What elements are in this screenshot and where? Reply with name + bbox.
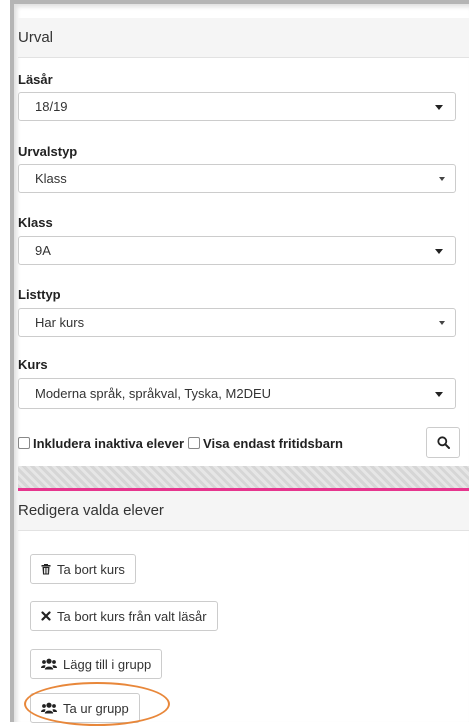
trash-icon <box>41 563 51 575</box>
listtyp-value: Har kurs <box>35 315 85 330</box>
kurs-value: Moderna språk, språkval, Tyska, M2DEU <box>35 386 272 401</box>
search-icon <box>436 436 450 449</box>
listtyp-select[interactable]: Har kurs <box>18 308 456 337</box>
chevron-down-icon <box>435 392 443 397</box>
remove-course-label: Ta bort kurs <box>57 561 125 577</box>
klass-select[interactable]: 9A <box>18 236 456 265</box>
chevron-down-icon <box>439 177 445 181</box>
add-to-group-label: Lägg till i grupp <box>63 656 152 672</box>
include-inactive-checkbox[interactable] <box>18 437 30 449</box>
chevron-down-icon <box>435 249 443 254</box>
users-icon <box>41 658 57 670</box>
highlight-ring <box>24 682 170 726</box>
edit-title: Redigera valda elever <box>18 502 164 519</box>
lasar-value: 18/19 <box>35 99 68 114</box>
urvalstyp-select[interactable]: Klass <box>18 164 456 193</box>
close-icon <box>41 611 51 621</box>
edit-header: Redigera valda elever <box>18 491 469 531</box>
section-separator <box>18 466 469 488</box>
urvalstyp-label: Urvalstyp <box>18 144 78 159</box>
klass-label: Klass <box>18 215 53 230</box>
kurs-label: Kurs <box>18 357 48 372</box>
urvalstyp-value: Klass <box>35 171 67 186</box>
include-inactive-label: Inkludera inaktiva elever <box>33 435 185 451</box>
remove-course-year-button[interactable]: Ta bort kurs från valt läsår <box>30 601 218 631</box>
only-leisure-checkbox[interactable] <box>188 437 201 449</box>
selection-header: Urval <box>18 18 469 58</box>
selection-title: Urval <box>18 29 54 46</box>
lasar-select[interactable]: 18/19 <box>18 92 456 121</box>
remove-course-button[interactable]: Ta bort kurs <box>30 554 136 584</box>
chevron-down-icon <box>439 321 445 325</box>
klass-value: 9A <box>35 243 51 258</box>
only-leisure-label: Visa endast fritidsbarn <box>203 435 343 451</box>
add-to-group-button[interactable]: Lägg till i grupp <box>30 649 163 679</box>
selection-panel: Urval Läsår 18/19 Urvalstyp Klass Klass … <box>10 0 469 726</box>
remove-course-year-label: Ta bort kurs från valt läsår <box>57 608 207 624</box>
kurs-select[interactable]: Moderna språk, språkval, Tyska, M2DEU <box>18 378 456 409</box>
lasar-label: Läsår <box>18 72 53 87</box>
listtyp-label: Listtyp <box>18 287 61 302</box>
search-button[interactable] <box>426 427 460 458</box>
chevron-down-icon <box>435 105 443 110</box>
filter-options: Inkludera inaktiva elever Visa endast fr… <box>18 428 347 458</box>
